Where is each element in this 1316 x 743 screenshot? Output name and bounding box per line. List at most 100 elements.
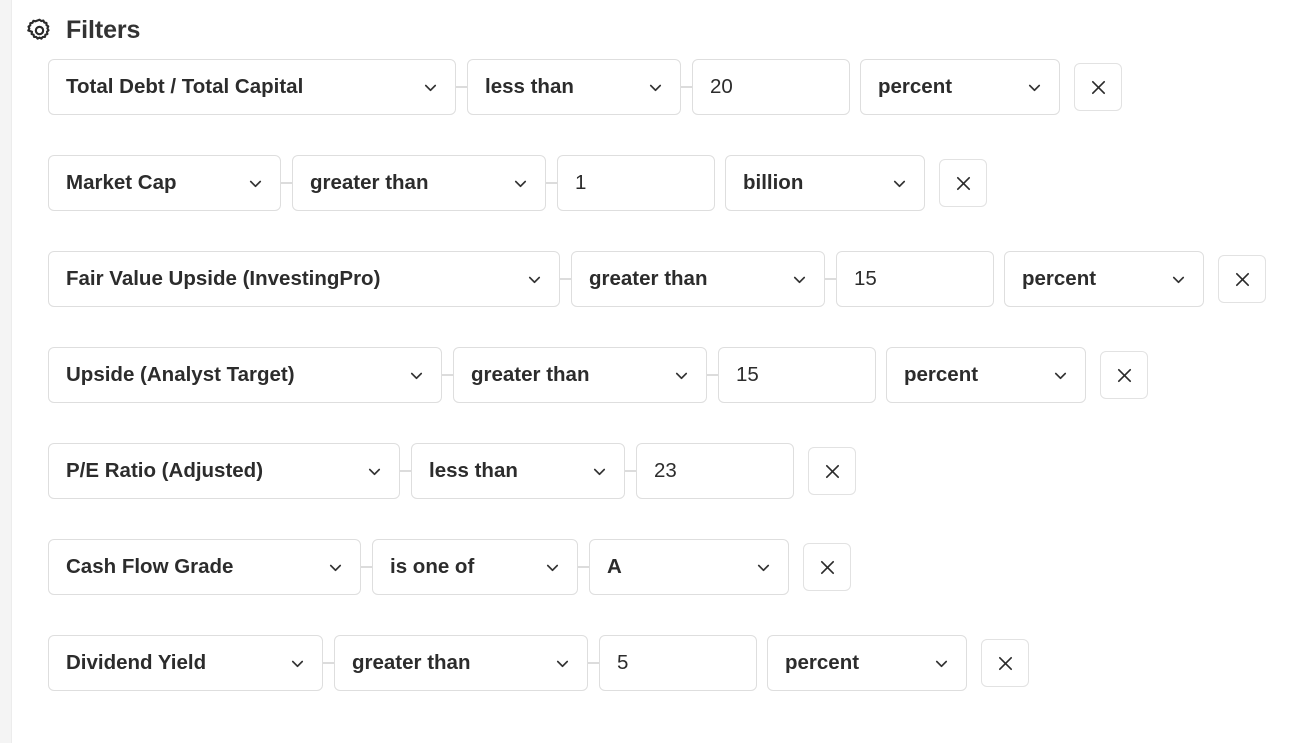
filter-value-input[interactable]: 15 xyxy=(836,251,994,307)
chevron-down-icon xyxy=(511,174,530,193)
filter-unit-select[interactable]: percent xyxy=(860,59,1060,115)
filter-unit-select[interactable]: percent xyxy=(886,347,1086,403)
remove-filter-button[interactable] xyxy=(981,639,1029,687)
row-connector xyxy=(400,470,411,472)
chevron-down-icon xyxy=(1169,270,1188,289)
chevron-down-icon xyxy=(932,654,951,673)
row-connector xyxy=(588,662,599,664)
close-icon xyxy=(817,557,838,578)
close-icon xyxy=(1088,77,1109,98)
remove-filter-button[interactable] xyxy=(939,159,987,207)
filter-row: Market Cap greater than 1 billion xyxy=(48,155,1316,211)
chevron-down-icon xyxy=(421,78,440,97)
close-icon xyxy=(953,173,974,194)
chevron-down-icon xyxy=(326,558,345,577)
filter-operator-label: less than xyxy=(429,459,518,482)
filter-row: P/E Ratio (Adjusted) less than 23 xyxy=(48,443,1316,499)
filter-row: Dividend Yield greater than 5 percent xyxy=(48,635,1316,691)
filter-value-text: 5 xyxy=(617,651,629,674)
row-connector xyxy=(323,662,334,664)
chevron-down-icon xyxy=(543,558,562,577)
filter-metric-label: P/E Ratio (Adjusted) xyxy=(66,459,264,482)
chevron-down-icon xyxy=(646,78,665,97)
filter-row: Fair Value Upside (InvestingPro) greater … xyxy=(48,251,1316,307)
filter-metric-select[interactable]: Cash Flow Grade xyxy=(48,539,361,595)
filter-unit-label: percent xyxy=(878,75,953,98)
filter-metric-select[interactable]: Dividend Yield xyxy=(48,635,323,691)
filter-operator-label: greater than xyxy=(352,651,471,674)
filter-value-text: 23 xyxy=(654,459,677,482)
close-icon xyxy=(1114,365,1135,386)
filter-value-input[interactable]: 23 xyxy=(636,443,794,499)
filter-metric-select[interactable]: Market Cap xyxy=(48,155,281,211)
filter-operator-label: greater than xyxy=(589,267,708,290)
row-connector xyxy=(281,182,292,184)
filter-operator-select[interactable]: greater than xyxy=(453,347,707,403)
chevron-down-icon xyxy=(246,174,265,193)
filter-value-select[interactable]: A xyxy=(589,539,789,595)
filter-unit-label: percent xyxy=(785,651,860,674)
filter-operator-select[interactable]: is one of xyxy=(372,539,578,595)
filter-row: Total Debt / Total Capital less than 20 per… xyxy=(48,59,1316,115)
filter-metric-select[interactable]: Upside (Analyst Target) xyxy=(48,347,442,403)
filter-row: Upside (Analyst Target) greater than 15 per… xyxy=(48,347,1316,403)
filter-unit-select[interactable]: billion xyxy=(725,155,925,211)
chevron-down-icon xyxy=(672,366,691,385)
filter-rows-container: Total Debt / Total Capital less than 20 per… xyxy=(12,46,1316,691)
chevron-down-icon xyxy=(590,462,609,481)
row-connector xyxy=(825,278,836,280)
filter-unit-label: percent xyxy=(904,363,979,386)
filter-unit-select[interactable]: percent xyxy=(1004,251,1204,307)
row-connector xyxy=(707,374,718,376)
remove-filter-button[interactable] xyxy=(1074,63,1122,111)
row-connector xyxy=(546,182,557,184)
filter-operator-label: greater than xyxy=(471,363,590,386)
page-title: Filters xyxy=(66,15,141,44)
row-connector xyxy=(578,566,589,568)
left-edge-rail xyxy=(0,0,12,743)
filter-unit-label: billion xyxy=(743,171,804,194)
gear-icon xyxy=(26,17,53,44)
filter-unit-label: percent xyxy=(1022,267,1097,290)
row-connector xyxy=(442,374,453,376)
filters-header: Filters xyxy=(12,0,1316,46)
filter-metric-select[interactable]: Fair Value Upside (InvestingPro) xyxy=(48,251,560,307)
filter-metric-select[interactable]: P/E Ratio (Adjusted) xyxy=(48,443,400,499)
filter-metric-label: Upside (Analyst Target) xyxy=(66,363,295,386)
filter-operator-select[interactable]: greater than xyxy=(292,155,546,211)
filter-metric-label: Cash Flow Grade xyxy=(66,555,234,578)
chevron-down-icon xyxy=(1051,366,1070,385)
filters-panel: Filters Total Debt / Total Capital less t… xyxy=(12,0,1316,743)
filter-value-input[interactable]: 1 xyxy=(557,155,715,211)
filter-operator-label: greater than xyxy=(310,171,429,194)
close-icon xyxy=(1232,269,1253,290)
filter-value-input[interactable]: 5 xyxy=(599,635,757,691)
filter-value-input[interactable]: 15 xyxy=(718,347,876,403)
chevron-down-icon xyxy=(553,654,572,673)
filter-operator-select[interactable]: less than xyxy=(467,59,681,115)
row-connector xyxy=(361,566,372,568)
filter-metric-label: Dividend Yield xyxy=(66,651,207,674)
filter-value-input[interactable]: 20 xyxy=(692,59,850,115)
filter-metric-label: Market Cap xyxy=(66,171,177,194)
filter-value-text: 1 xyxy=(575,171,587,194)
row-connector xyxy=(560,278,571,280)
remove-filter-button[interactable] xyxy=(803,543,851,591)
chevron-down-icon xyxy=(790,270,809,289)
filter-row: Cash Flow Grade is one of A xyxy=(48,539,1316,595)
filter-metric-label: Fair Value Upside (InvestingPro) xyxy=(66,267,381,290)
chevron-down-icon xyxy=(890,174,909,193)
filter-operator-select[interactable]: less than xyxy=(411,443,625,499)
row-connector xyxy=(681,86,692,88)
remove-filter-button[interactable] xyxy=(1100,351,1148,399)
filter-operator-select[interactable]: greater than xyxy=(334,635,588,691)
filter-metric-select[interactable]: Total Debt / Total Capital xyxy=(48,59,456,115)
remove-filter-button[interactable] xyxy=(808,447,856,495)
chevron-down-icon xyxy=(288,654,307,673)
remove-filter-button[interactable] xyxy=(1218,255,1266,303)
chevron-down-icon xyxy=(407,366,426,385)
filter-metric-label: Total Debt / Total Capital xyxy=(66,75,304,98)
filter-operator-label: less than xyxy=(485,75,574,98)
filter-unit-select[interactable]: percent xyxy=(767,635,967,691)
filter-operator-select[interactable]: greater than xyxy=(571,251,825,307)
